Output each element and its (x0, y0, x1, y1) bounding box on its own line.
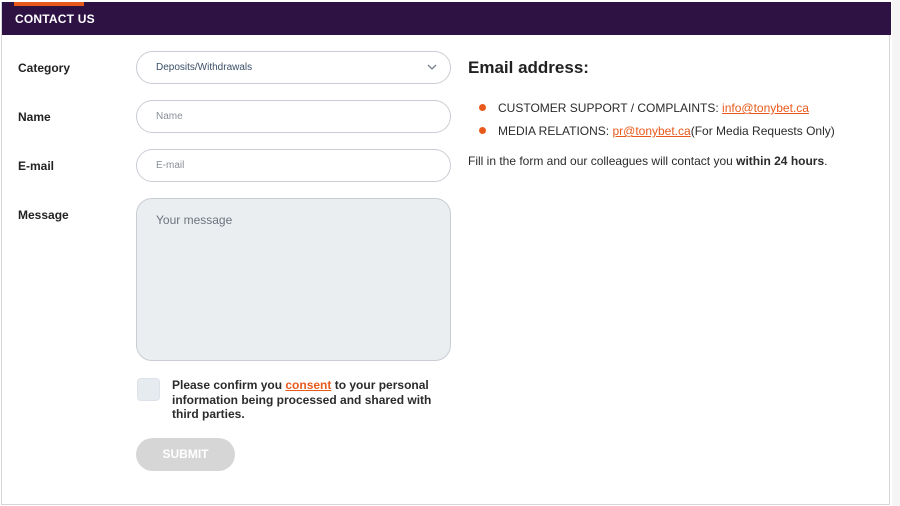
media-label: MEDIA RELATIONS: (498, 124, 613, 138)
name-placeholder: Name (156, 111, 183, 122)
header-title: CONTACT US (15, 12, 95, 26)
consent-text-prefix: Please confirm you (172, 378, 286, 392)
email-placeholder: E-mail (156, 160, 185, 171)
consent-text: Please confirm you consent to your perso… (172, 378, 442, 422)
consent-link[interactable]: consent (285, 378, 331, 392)
message-label: Message (18, 208, 69, 222)
submit-button[interactable]: SUBMIT (136, 438, 235, 471)
category-label: Category (18, 61, 71, 75)
category-select-value: Deposits/Withdrawals (156, 62, 253, 73)
name-field[interactable]: Name (136, 100, 451, 133)
note-bold: within 24 hours (736, 154, 825, 168)
email-field[interactable]: E-mail (136, 149, 451, 182)
category-select[interactable]: Deposits/Withdrawals (136, 51, 451, 84)
response-time-note: Fill in the form and our colleagues will… (468, 154, 828, 168)
message-placeholder: Your message (156, 213, 233, 227)
support-email-link[interactable]: info@tonybet.ca (722, 101, 809, 115)
contact-email-list: CUSTOMER SUPPORT / COMPLAINTS: info@tony… (479, 101, 835, 147)
list-item: MEDIA RELATIONS: pr@tonybet.ca(For Media… (479, 124, 835, 147)
bullet-icon (479, 127, 486, 134)
note-suffix: . (824, 154, 828, 168)
contact-header: CONTACT US (2, 2, 891, 35)
header-accent-bar (14, 2, 84, 6)
note-prefix: Fill in the form and our colleagues will… (468, 154, 737, 168)
message-textarea[interactable]: Your message (136, 198, 451, 361)
page-scrollbar[interactable] (892, 0, 900, 506)
name-label: Name (18, 110, 51, 124)
media-note: (For Media Requests Only) (690, 124, 835, 138)
list-item: CUSTOMER SUPPORT / COMPLAINTS: info@tony… (479, 101, 835, 124)
media-email-link[interactable]: pr@tonybet.ca (612, 124, 690, 138)
chevron-down-icon (427, 64, 437, 70)
email-label: E-mail (18, 159, 55, 173)
support-label: CUSTOMER SUPPORT / COMPLAINTS: (498, 101, 723, 115)
email-address-title: Email address: (468, 58, 589, 77)
consent-checkbox[interactable] (137, 378, 160, 401)
bullet-icon (479, 104, 486, 111)
